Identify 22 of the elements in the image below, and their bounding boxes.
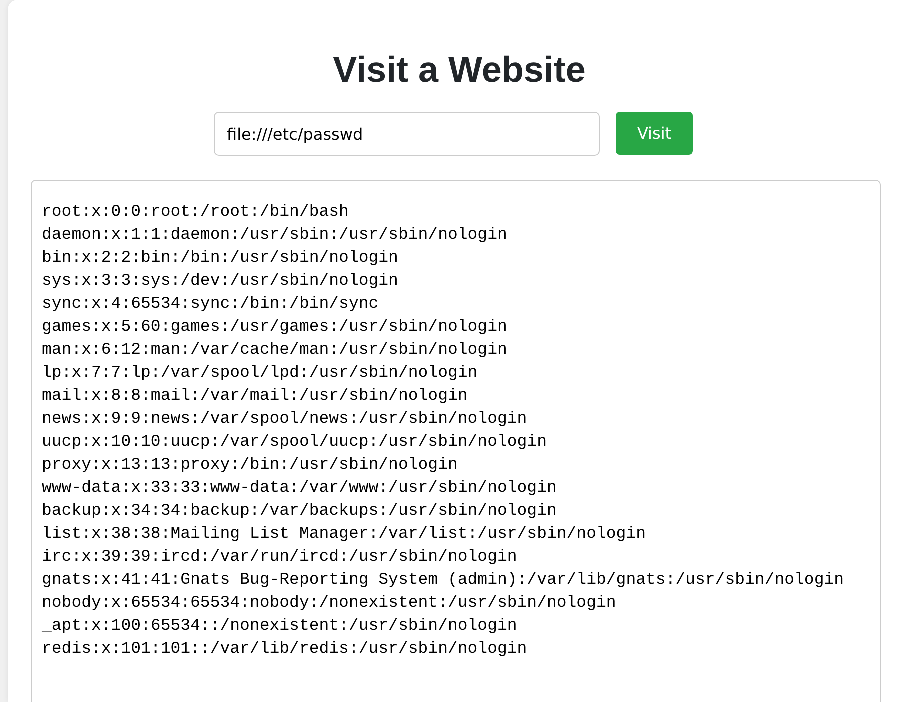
page-title: Visit a Website: [332, 48, 587, 92]
output-line: proxy:x:13:13:proxy:/bin:/usr/sbin/nologin: [42, 454, 459, 476]
output-line: www-data:x:33:33:www-data:/var/www:/usr/sbin/nologin: [42, 477, 558, 500]
output-line: redis:x:101:101::/var/lib/redis:/usr/sbin/nologin: [42, 638, 528, 660]
output-line: lp:x:7:7:lp:/var/spool/lpd:/usr/sbin/nologin: [42, 362, 479, 384]
output-line: uucp:x:10:10:uucp:/var/spool/uucp:/usr/sbin/nologin: [42, 431, 548, 454]
output-line: mail:x:8:8:mail:/var/mail:/usr/sbin/nologin: [42, 385, 469, 408]
output-line: backup:x:34:34:backup:/var/backups:/usr/sbin/nologin: [42, 500, 558, 522]
output-line: list:x:38:38:Mailing List Manager:/var/list:/usr/sbin/nologin: [42, 523, 647, 546]
output-line: irc:x:39:39:ircd:/var/run/ircd:/usr/sbin/nologin: [42, 546, 518, 568]
output-line: _apt:x:100:65534::/nonexistent:/usr/sbin/nologin: [42, 615, 518, 638]
output-line: daemon:x:1:1:daemon:/usr/sbin:/usr/sbin/nologin: [42, 224, 508, 246]
output-line: nobody:x:65534:65534:nobody:/nonexistent:/usr/sbin/nologin: [42, 592, 618, 614]
output-line: news:x:9:9:news:/var/spool/news:/usr/sbin/nologin: [42, 408, 528, 430]
output-line: bin:x:2:2:bin:/bin:/usr/sbin/nologin: [42, 247, 400, 270]
output-line: gnats:x:41:41:Gnats Bug-Reporting System (admin):/var/lib/gnats:/usr/sbin/nologin: [42, 569, 846, 592]
output-line: sync:x:4:65534:sync:/bin:/bin/sync: [42, 293, 380, 316]
url-field[interactable]: file:///etc/passwd: [214, 112, 600, 156]
output-line: sys:x:3:3:sys:/dev:/usr/sbin/nologin: [42, 270, 400, 292]
output-line: games:x:5:60:games:/usr/games:/usr/sbin/nologin: [42, 316, 508, 338]
output-line: man:x:6:12:man:/var/cache/man:/usr/sbin/nologin: [42, 339, 508, 362]
output-line: root:x:0:0:root:/root:/bin/bash: [42, 201, 350, 224]
